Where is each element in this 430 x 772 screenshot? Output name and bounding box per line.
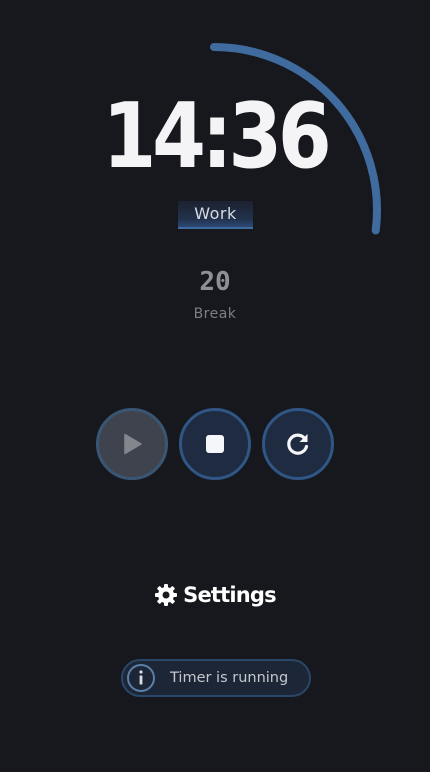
play-icon <box>124 433 142 455</box>
gear-icon <box>155 584 178 606</box>
stop-button[interactable] <box>179 408 251 480</box>
timer-controls <box>96 408 336 480</box>
info-icon <box>127 664 155 692</box>
status-toast: Timer is running <box>121 659 311 697</box>
play-button[interactable] <box>96 408 168 480</box>
timer-display: 14:36 <box>102 84 332 189</box>
settings-button[interactable]: Settings <box>0 583 430 607</box>
stop-icon <box>206 435 224 453</box>
current-mode-label: Work <box>178 201 253 229</box>
next-session-mode: Break <box>193 306 237 322</box>
reset-icon <box>287 433 309 455</box>
settings-label: Settings <box>183 583 277 607</box>
reset-button[interactable] <box>262 408 334 480</box>
next-session-duration: 20 <box>199 267 231 297</box>
status-text: Timer is running <box>170 670 289 686</box>
